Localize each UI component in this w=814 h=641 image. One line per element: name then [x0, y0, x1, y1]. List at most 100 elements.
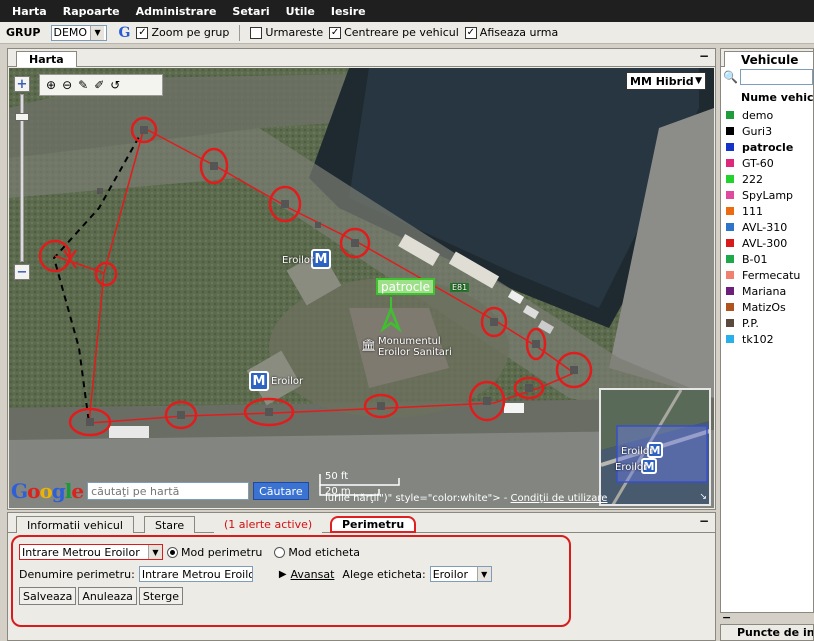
google-icon[interactable]: G — [119, 25, 131, 41]
vehicle-list: demo Guri3 patrocle GT-60 222 SpyLamp 111 AVL-3… — [721, 107, 813, 347]
vehicle-color-icon — [726, 159, 734, 167]
save-button[interactable]: Salveaza — [19, 587, 77, 605]
bottom-tabs: Informatii vehicul Stare (1 alerte activ… — [8, 513, 715, 533]
overview-label-eroilor: Eroilor — [621, 446, 654, 457]
vehicle-name: B-01 — [742, 252, 768, 266]
center-vehicle-checkbox[interactable]: ✓ Centreare pe vehicul — [329, 26, 459, 39]
vehicle-name: AVL-310 — [742, 220, 788, 234]
vehicle-row[interactable]: GT-60 — [721, 155, 813, 171]
zoom-area-icon[interactable]: ⊕ — [46, 78, 56, 92]
measure-icon[interactable]: ✐ — [94, 78, 104, 92]
poi-icon[interactable]: ✎ — [78, 78, 88, 92]
menu-utile[interactable]: Utile — [278, 5, 323, 18]
poi-panel-header[interactable]: Puncte de interes — [720, 624, 814, 641]
tab-status[interactable]: Stare — [144, 516, 196, 533]
vehicle-row[interactable]: patrocle — [721, 139, 813, 155]
vehicle-row[interactable]: 222 — [721, 171, 813, 187]
vehicle-color-icon — [726, 207, 734, 215]
vehicle-marker-icon[interactable] — [379, 297, 403, 333]
vehicle-name: GT-60 — [742, 156, 774, 170]
menu-bar: Harta Rapoarte Administrare Setari Utile… — [0, 0, 814, 22]
expand-icon[interactable]: ↘ — [699, 492, 707, 502]
area-draw-icon[interactable]: ↺ — [110, 78, 120, 92]
tab-vehicle-info[interactable]: Informatii vehicul — [16, 516, 134, 533]
tab-vehicles[interactable]: Vehicule — [724, 51, 813, 67]
vehicle-row[interactable]: P.P. — [721, 315, 813, 331]
minimize-icon[interactable]: − — [699, 514, 709, 528]
perimeter-select[interactable]: Intrare Metrou Eroilor ▼ — [19, 544, 163, 560]
map-search-input[interactable] — [87, 482, 250, 500]
vehicle-color-icon — [726, 335, 734, 343]
vehicle-color-icon — [726, 271, 734, 279]
zoom-control: + − — [14, 76, 30, 286]
vehicle-row[interactable]: AVL-300 — [721, 235, 813, 251]
cancel-button[interactable]: Anuleaza — [78, 587, 137, 605]
search-icon[interactable]: 🔍 — [723, 70, 738, 84]
vehicle-color-icon — [726, 111, 734, 119]
zoom-out-area-icon[interactable]: ⊖ — [62, 78, 72, 92]
radio-empty-icon — [274, 546, 286, 558]
overview-map[interactable]: M M Eroilor Eroilor ↘ — [599, 388, 711, 506]
map-view[interactable]: M Eroilor M Eroilor E81 🏛 Monumentul Ero… — [9, 68, 714, 508]
zoom-in-icon[interactable]: + — [14, 76, 30, 92]
vehicle-row[interactable]: demo — [721, 107, 813, 123]
metro-label-eroilor: Eroilor — [282, 255, 315, 266]
menu-harta[interactable]: Harta — [4, 5, 55, 18]
menu-setari[interactable]: Setari — [224, 5, 277, 18]
perimeter-name-input[interactable]: Intrare Metrou Eroilor — [138, 566, 253, 582]
perimeter-name-label: Denumire perimetru: — [19, 567, 135, 581]
terms-link[interactable]: Condiţii de utilizare — [511, 493, 608, 504]
map-type-select[interactable]: MM Hibrid ▼ — [626, 72, 706, 90]
play-icon[interactable]: ▶ — [279, 569, 287, 580]
checkbox-checked-icon: ✓ — [329, 26, 342, 39]
metro-icon[interactable]: M — [249, 371, 269, 391]
tab-active-alerts[interactable]: (1 alerte active) — [214, 516, 323, 533]
vehicle-row[interactable]: Mariana — [721, 283, 813, 299]
choose-label-label: Alege eticheta: — [342, 567, 426, 581]
vehicle-row[interactable]: Fermecatu — [721, 267, 813, 283]
group-select[interactable]: DEMO ▼ — [50, 24, 107, 41]
menu-administrare[interactable]: Administrare — [128, 5, 225, 18]
collapse-icon[interactable]: − — [720, 612, 814, 624]
vehicles-panel-header: Vehicule — [721, 49, 813, 67]
mode-perimeter-radio[interactable]: Mod perimetru — [167, 546, 262, 559]
vehicle-row[interactable]: SpyLamp — [721, 187, 813, 203]
tab-harta[interactable]: Harta — [16, 51, 77, 67]
vehicle-row[interactable]: tk102 — [721, 331, 813, 347]
checkbox-checked-icon: ✓ — [136, 26, 149, 39]
delete-button[interactable]: Sterge — [138, 587, 184, 605]
vehicle-row[interactable]: AVL-310 — [721, 219, 813, 235]
vehicle-name: 222 — [742, 172, 763, 186]
advanced-link[interactable]: Avansat — [291, 568, 335, 581]
zoom-slider[interactable] — [15, 94, 29, 262]
vehicle-color-icon — [726, 191, 734, 199]
zoom-group-checkbox[interactable]: ✓ Zoom pe grup — [136, 26, 229, 39]
vehicle-row[interactable]: Guri3 — [721, 123, 813, 139]
follow-checkbox[interactable]: Urmareste — [250, 26, 323, 39]
show-trail-checkbox[interactable]: ✓ Afiseaza urma — [464, 26, 558, 39]
google-logo: Google — [11, 479, 84, 503]
road-shield: E81 — [450, 283, 470, 292]
vehicle-column-header[interactable]: Nume vehicul — [721, 87, 813, 107]
overview-label-eroilor-2: Eroilor — [615, 462, 648, 473]
vehicle-row[interactable]: MatizOs — [721, 299, 813, 315]
minimize-icon[interactable]: − — [699, 49, 709, 63]
zoom-out-icon[interactable]: − — [14, 264, 30, 280]
menu-iesire[interactable]: Iesire — [323, 5, 374, 18]
mode-label-radio[interactable]: Mod eticheta — [274, 546, 360, 559]
monument-label: Monumentul Eroilor Sanitari — [378, 336, 452, 358]
vehicle-row[interactable]: B-01 — [721, 251, 813, 267]
toolbar: GRUP DEMO ▼ G ✓ Zoom pe grup Urmareste ✓… — [0, 22, 814, 44]
menu-rapoarte[interactable]: Rapoarte — [55, 5, 128, 18]
map-search-button[interactable]: Căutare — [253, 482, 309, 500]
vehicle-row[interactable]: 111 — [721, 203, 813, 219]
vehicle-search-input[interactable] — [739, 69, 813, 85]
vehicle-color-icon — [726, 175, 734, 183]
vehicle-color-icon — [726, 239, 734, 247]
tab-perimeter[interactable]: Perimetru — [330, 516, 417, 533]
vehicle-name: demo — [742, 108, 774, 122]
zoom-slider-handle[interactable] — [15, 113, 29, 121]
label-select[interactable]: Eroilor ▼ — [429, 566, 492, 582]
map-copyright: lurile hărţii")" style="color:white"> - … — [325, 493, 607, 504]
vehicle-marker-label[interactable]: patrocle — [376, 278, 436, 295]
